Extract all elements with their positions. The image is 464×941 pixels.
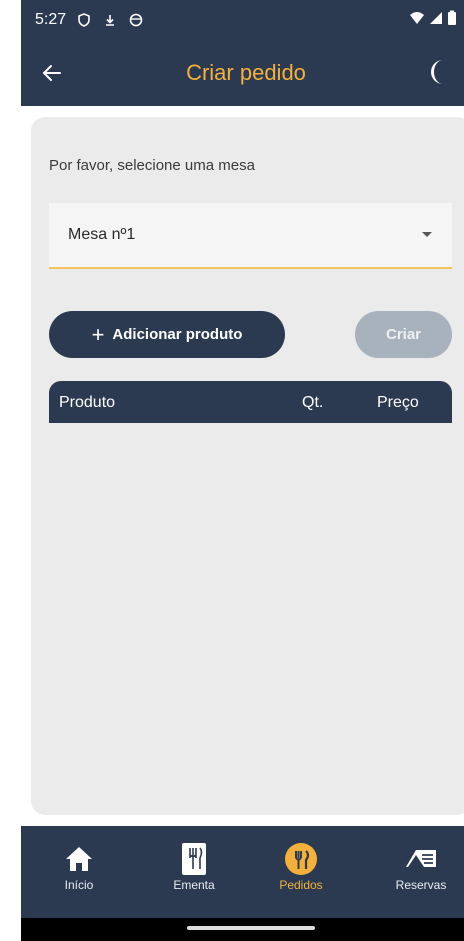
add-product-button[interactable]: + Adicionar produto: [49, 311, 285, 358]
status-time: 5:27: [35, 11, 67, 28]
home-gesture-handle[interactable]: [187, 926, 315, 930]
signal-icon: [429, 11, 443, 30]
bottom-navigation: Início Ementa Pedidos Reservas: [21, 826, 464, 918]
products-table-header: Produto Qt. Preço: [49, 381, 452, 423]
wifi-icon: [409, 11, 425, 30]
nav-label-pedidos: Pedidos: [279, 878, 323, 892]
shield-icon: [76, 12, 92, 28]
plus-icon: +: [91, 321, 105, 347]
dropdown-arrow-icon: [422, 232, 432, 237]
nav-label-reservas: Reservas: [395, 878, 447, 892]
app-bar: Criar pedido: [21, 40, 464, 106]
nav-label-inicio: Início: [64, 878, 94, 892]
reservation-ticket-icon: [404, 842, 438, 876]
nav-item-inicio[interactable]: Início: [34, 826, 124, 918]
nav-label-ementa: Ementa: [173, 878, 215, 892]
create-order-button[interactable]: Criar: [355, 311, 452, 358]
nav-item-ementa[interactable]: Ementa: [149, 826, 239, 918]
restaurant-icon: [284, 842, 318, 876]
app-screen: 5:27 Criar pedido Por favor, selecione u…: [21, 0, 464, 941]
table-select-dropdown[interactable]: Mesa nº1: [49, 203, 452, 269]
status-bar: 5:27: [21, 0, 464, 40]
page-title: Criar pedido: [186, 60, 306, 85]
column-header-product: Produto: [59, 394, 116, 411]
system-gesture-bar: [21, 918, 464, 941]
column-header-price: Preço: [377, 394, 419, 411]
face-icon: [128, 12, 144, 28]
dark-mode-moon-icon[interactable]: [425, 58, 451, 86]
order-form-card: Por favor, selecione uma mesa Mesa nº1 +…: [31, 117, 464, 815]
nav-item-reservas[interactable]: Reservas: [376, 826, 464, 918]
home-icon: [62, 842, 96, 876]
column-header-quantity: Qt.: [302, 394, 324, 411]
create-label: Criar: [385, 326, 422, 343]
select-table-prompt: Por favor, selecione uma mesa: [49, 157, 255, 174]
battery-icon: [447, 10, 457, 31]
download-icon: [102, 12, 118, 28]
table-select-value: Mesa nº1: [68, 226, 136, 243]
add-product-label: Adicionar produto: [112, 326, 243, 343]
menu-book-icon: [177, 842, 211, 876]
nav-item-pedidos[interactable]: Pedidos: [256, 826, 346, 918]
